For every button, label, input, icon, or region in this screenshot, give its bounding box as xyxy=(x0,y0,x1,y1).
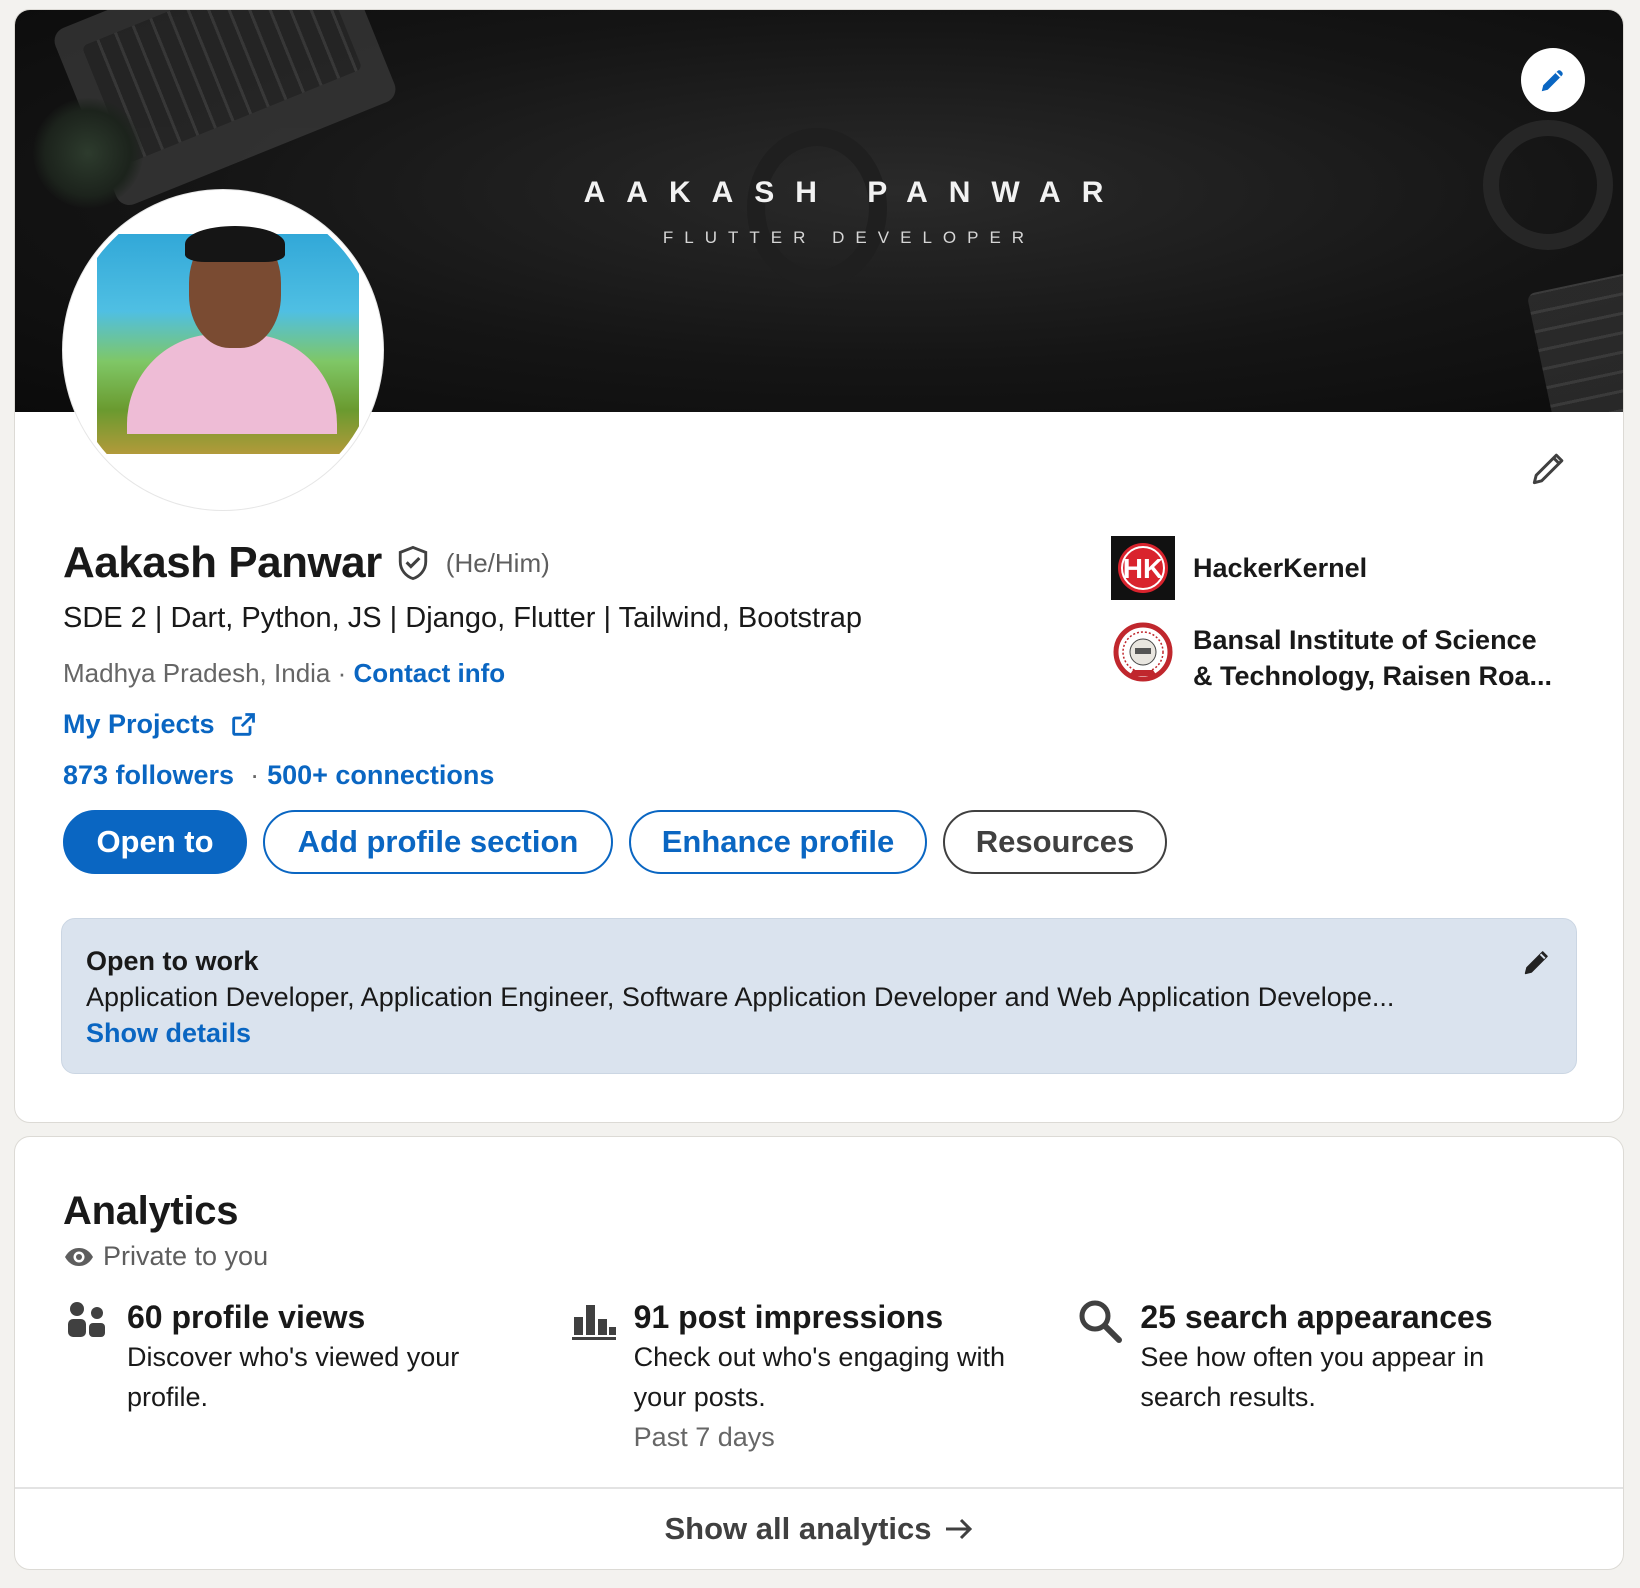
profile-name: Aakash Panwar xyxy=(63,538,382,587)
show-all-analytics-button[interactable]: Show all analytics xyxy=(15,1487,1623,1569)
eye-icon xyxy=(65,1247,93,1266)
privacy-label: Private to you xyxy=(103,1241,269,1271)
avatar-hair xyxy=(185,226,285,262)
post-impressions-desc: Check out who's engaging with your posts… xyxy=(633,1342,1006,1412)
location: Madhya Pradesh, India xyxy=(63,658,331,688)
show-all-analytics-label: Show all analytics xyxy=(664,1511,932,1546)
bansal-institute-logo xyxy=(1111,622,1175,686)
add-profile-section-button[interactable]: Add profile section xyxy=(263,810,613,874)
external-link-icon xyxy=(231,712,255,736)
analytics-privacy: Private to you xyxy=(63,1241,268,1272)
profile-card: AAKASH PANWAR FLUTTER DEVELOPER Aakash P… xyxy=(14,9,1624,1123)
bar-chart-icon xyxy=(571,1305,616,1340)
open-to-work-title: Open to work xyxy=(86,946,259,976)
post-impressions-metric[interactable]: 91 post impressions xyxy=(634,1297,1054,1337)
org-name-line1: Bansal Institute of Science xyxy=(1193,625,1537,655)
separator: · xyxy=(250,760,260,790)
open-to-work-box[interactable]: Open to work Application Developer, Appl… xyxy=(61,918,1577,1074)
people-icon xyxy=(68,1302,105,1337)
contact-info-link[interactable]: Contact info xyxy=(354,658,506,688)
network-row: 873 followers · 500+ connections xyxy=(63,760,494,791)
connections-link[interactable]: 500+ connections xyxy=(267,760,494,791)
profile-views-desc: Discover who's viewed your profile. xyxy=(127,1342,460,1412)
pencil-icon xyxy=(1541,70,1563,92)
banner-keyboard-graphic xyxy=(1526,269,1623,412)
organizations-list: HK HackerKernel Bansal Institute of Scie… xyxy=(1111,536,1581,716)
open-to-button[interactable]: Open to xyxy=(63,810,247,874)
pencil-icon[interactable] xyxy=(1520,945,1554,979)
enhance-profile-button[interactable]: Enhance profile xyxy=(629,810,927,874)
analytics-title: Analytics xyxy=(63,1189,239,1233)
arrow-right-icon xyxy=(945,1518,972,1540)
org-name: Bansal Institute of Science & Technology… xyxy=(1193,622,1552,694)
show-details-link[interactable]: Show details xyxy=(86,1018,251,1048)
pronouns: (He/Him) xyxy=(445,547,550,578)
followers-link[interactable]: 873 followers xyxy=(63,760,234,791)
analytics-item-search-appearances[interactable]: 25 search appearances See how often you … xyxy=(1076,1297,1583,1457)
my-projects-link[interactable]: My Projects xyxy=(63,709,215,740)
location-row: Madhya Pradesh, India · Contact info xyxy=(63,658,505,689)
separator: · xyxy=(337,658,347,688)
hackerkernel-logo: HK xyxy=(1111,536,1175,600)
search-appearances-metric[interactable]: 25 search appearances xyxy=(1140,1297,1560,1337)
pencil-icon xyxy=(1532,453,1564,485)
analytics-item-body: 91 post impressions Check out who's enga… xyxy=(634,1297,1054,1457)
analytics-item-body: 60 profile views Discover who's viewed y… xyxy=(127,1297,547,1457)
profile-headline: SDE 2 | Dart, Python, JS | Django, Flutt… xyxy=(63,602,862,634)
edit-banner-button[interactable] xyxy=(1521,48,1585,112)
avatar[interactable] xyxy=(63,190,383,510)
analytics-items: 60 profile views Discover who's viewed y… xyxy=(63,1297,1583,1457)
name-row: Aakash Panwar (He/Him) xyxy=(63,538,550,588)
org-name-line2: & Technology, Raisen Roa... xyxy=(1193,661,1553,691)
edit-intro-button[interactable] xyxy=(1525,444,1573,492)
search-icon xyxy=(1079,1300,1123,1343)
resources-button[interactable]: Resources xyxy=(943,810,1167,874)
avatar-mask xyxy=(67,454,379,506)
org-item-bansal-institute[interactable]: Bansal Institute of Science & Technology… xyxy=(1111,622,1581,694)
verified-shield-icon[interactable] xyxy=(396,544,430,582)
org-name: HackerKernel xyxy=(1193,553,1368,583)
profile-views-metric[interactable]: 60 profile views xyxy=(127,1297,547,1337)
analytics-item-body: 25 search appearances See how often you … xyxy=(1140,1297,1560,1457)
profile-actions: Open to Add profile section Enhance prof… xyxy=(63,810,1167,874)
post-impressions-period: Past 7 days xyxy=(633,1422,775,1452)
analytics-item-profile-views[interactable]: 60 profile views Discover who's viewed y… xyxy=(63,1297,570,1457)
org-item-hackerkernel[interactable]: HK HackerKernel xyxy=(1111,536,1581,600)
analytics-card: Analytics Private to you 60 profile view… xyxy=(14,1136,1624,1570)
open-to-work-roles: Application Developer, Application Engin… xyxy=(86,982,1395,1012)
analytics-item-post-impressions[interactable]: 91 post impressions Check out who's enga… xyxy=(570,1297,1077,1457)
hackerkernel-logo-text: HK xyxy=(1123,553,1163,584)
search-appearances-desc: See how often you appear in search resul… xyxy=(1140,1342,1485,1412)
projects-link-row[interactable]: My Projects xyxy=(63,709,257,740)
